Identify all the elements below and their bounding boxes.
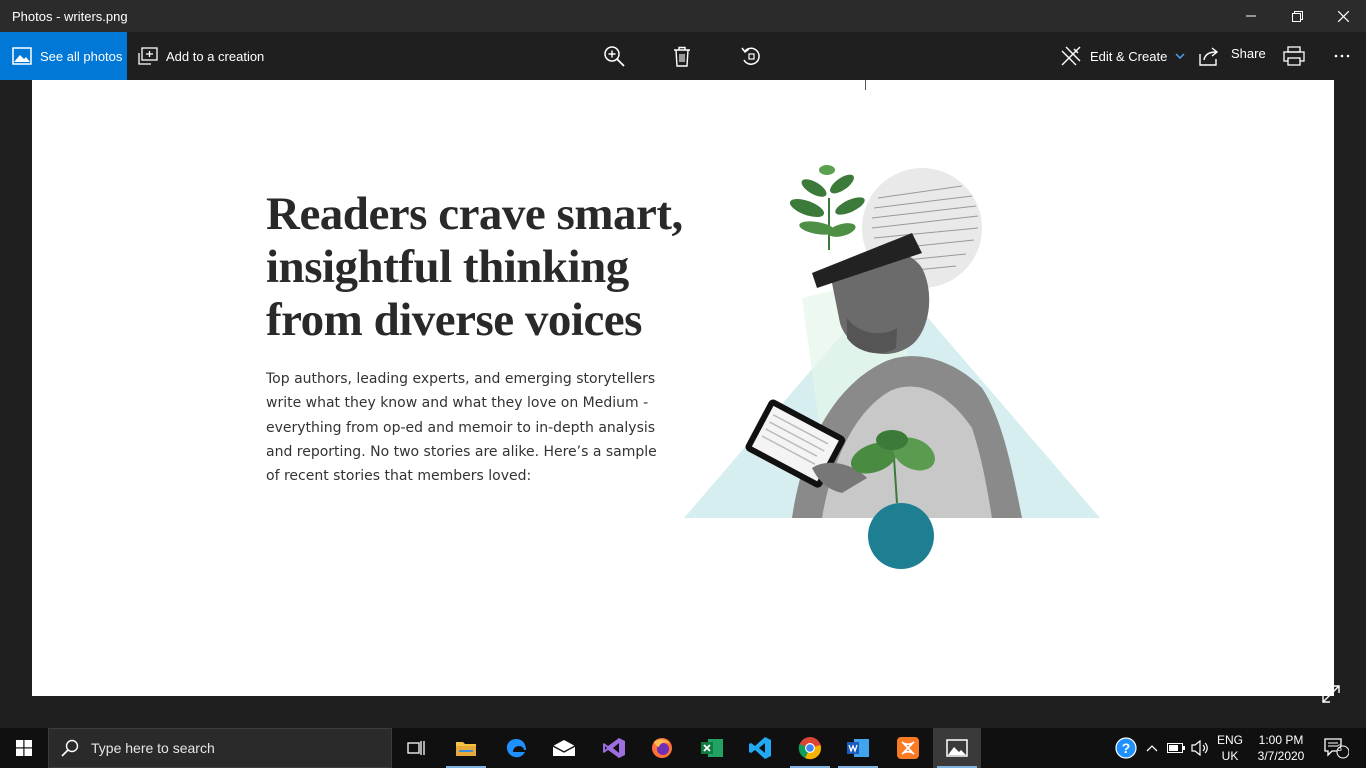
rotate-button[interactable] <box>735 40 767 72</box>
show-hidden-icons-button[interactable] <box>1142 728 1162 768</box>
close-icon <box>1337 10 1349 22</box>
add-to-creation-label: Add to a creation <box>166 48 265 64</box>
minimize-button[interactable] <box>1228 0 1274 32</box>
start-button[interactable] <box>0 728 48 768</box>
headline-line: from diverse voices <box>266 294 642 346</box>
add-creation-icon <box>138 47 158 65</box>
zoom-in-icon <box>604 46 625 67</box>
visual-studio-icon <box>603 738 625 758</box>
word-icon <box>847 739 869 757</box>
taskbar-chrome[interactable] <box>786 728 834 768</box>
close-button[interactable] <box>1320 0 1366 32</box>
keyboard-layout: UK <box>1221 749 1239 763</box>
title-bar: Photos - writers.png <box>0 0 1366 32</box>
help-icon: ? <box>1115 737 1137 759</box>
speaker-icon <box>1191 740 1208 756</box>
system-clock[interactable]: 1:00 PM 3/7/2020 <box>1248 732 1314 764</box>
add-to-creation-button[interactable]: Add to a creation <box>138 32 264 80</box>
taskbar-mail[interactable] <box>540 728 588 768</box>
image-viewer[interactable]: Readers crave smart, insightful thinking… <box>0 80 1366 728</box>
task-view-button[interactable] <box>392 728 440 768</box>
chevron-up-icon <box>1146 745 1158 752</box>
headline-line: Readers crave smart, <box>266 188 683 240</box>
restore-icon <box>1291 10 1303 22</box>
xampp-icon <box>897 737 919 759</box>
taskbar-firefox[interactable] <box>638 728 686 768</box>
more-icon <box>1334 54 1350 58</box>
windows-logo-icon <box>16 740 32 756</box>
taskbar-vscode[interactable] <box>736 728 784 768</box>
clock-time: 1:00 PM <box>1258 733 1304 747</box>
edge-icon <box>506 739 526 758</box>
share-button[interactable]: Share <box>1199 32 1266 80</box>
zoom-button[interactable] <box>598 40 630 72</box>
taskbar-word[interactable] <box>834 728 882 768</box>
headline: Readers crave smart, insightful thinking… <box>266 188 686 347</box>
search-placeholder: Type here to search <box>91 740 215 756</box>
volume-tray-icon[interactable] <box>1188 728 1212 768</box>
taskbar-photos[interactable] <box>933 728 981 768</box>
folder-icon <box>456 742 476 756</box>
mail-icon <box>552 740 576 756</box>
expand-icon <box>1322 685 1340 703</box>
input-language[interactable]: ENG UK <box>1214 732 1246 764</box>
headline-line: insightful thinking <box>266 241 629 293</box>
action-center-button[interactable]: 3 <box>1316 728 1356 768</box>
photos-app-icon <box>946 739 968 757</box>
excel-icon <box>701 739 723 757</box>
share-label: Share <box>1231 45 1266 61</box>
help-tray-icon[interactable]: ? <box>1112 728 1140 768</box>
see-all-photos-button[interactable]: See all photos <box>0 32 127 80</box>
vscode-icon <box>749 737 771 759</box>
print-button[interactable] <box>1278 40 1310 72</box>
taskbar-file-explorer[interactable] <box>442 728 490 768</box>
fullscreen-button[interactable] <box>1322 685 1340 708</box>
taskbar-excel[interactable] <box>688 728 736 768</box>
chevron-down-icon <box>1175 53 1185 59</box>
photo-canvas: Readers crave smart, insightful thinking… <box>32 80 1334 696</box>
text-cursor <box>865 80 866 90</box>
clock-date: 3/7/2020 <box>1257 749 1305 763</box>
firefox-icon <box>652 738 672 758</box>
window-title: Photos - writers.png <box>12 9 128 24</box>
more-options-button[interactable] <box>1326 40 1358 72</box>
rotate-icon <box>741 47 760 65</box>
language-code: ENG <box>1216 733 1243 747</box>
photos-icon <box>12 47 32 65</box>
taskbar-search-box[interactable]: Type here to search <box>48 728 392 768</box>
taskbar-xampp[interactable] <box>884 728 932 768</box>
chrome-icon <box>798 737 821 760</box>
battery-tray-icon[interactable] <box>1164 728 1188 768</box>
svg-text:?: ? <box>1122 740 1131 756</box>
reader-illustration <box>684 165 1100 569</box>
taskbar-edge[interactable] <box>492 728 540 768</box>
share-icon <box>1199 47 1219 66</box>
delete-button[interactable] <box>666 40 698 72</box>
edit-create-icon <box>1061 46 1081 66</box>
taskbar: Type here to search ? ENG UK 1:00 PM 3/7… <box>0 728 1366 768</box>
plant-top <box>789 165 865 250</box>
notification-icon <box>1324 738 1349 759</box>
battery-icon <box>1167 743 1185 753</box>
taskbar-visual-studio[interactable] <box>590 728 638 768</box>
trash-icon <box>674 46 690 67</box>
restore-button[interactable] <box>1274 0 1320 32</box>
app-toolbar: See all photos Add to a creation Edit & … <box>0 32 1366 80</box>
minimize-icon <box>1246 15 1256 17</box>
search-icon <box>61 739 79 757</box>
body-paragraph: Top authors, leading experts, and emergi… <box>266 371 657 485</box>
teal-circle <box>868 503 934 569</box>
edit-create-button[interactable]: Edit & Create <box>1060 32 1185 80</box>
printer-icon <box>1283 46 1305 66</box>
notification-count: 3 <box>1337 743 1343 753</box>
task-view-icon <box>407 741 425 755</box>
edit-create-label: Edit & Create <box>1090 48 1168 64</box>
see-all-photos-label: See all photos <box>40 48 123 64</box>
